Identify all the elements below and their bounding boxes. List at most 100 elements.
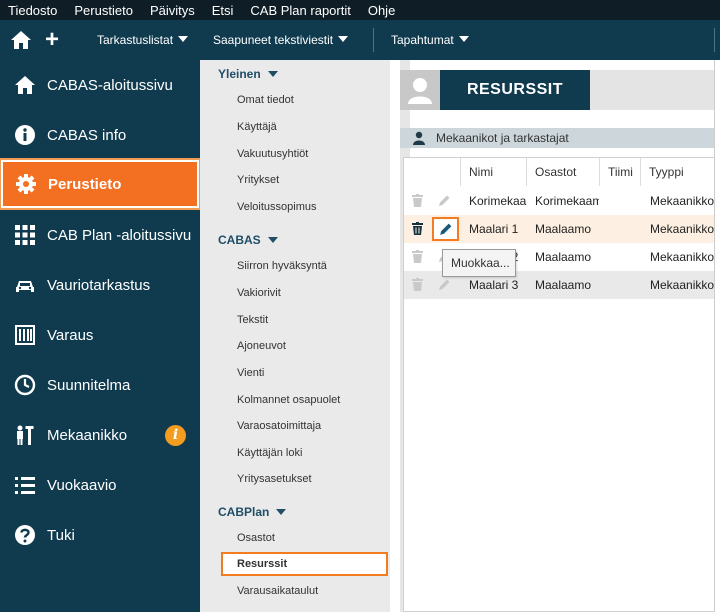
table-row[interactable]: Maalari 1 Maalaamo Mekaanikko <box>404 215 719 243</box>
sidebar-item-suunnitelma[interactable]: Suunnitelma <box>0 360 200 410</box>
sidebar-item-cab-plan-aloitussivu[interactable]: CAB Plan -aloitussivu <box>0 210 200 260</box>
pencil-icon[interactable] <box>437 278 451 292</box>
sub-item-yritykset[interactable]: Yritykset <box>237 174 279 186</box>
sidebar-item-tuki[interactable]: Tuki <box>0 510 200 560</box>
plus-icon[interactable]: + <box>45 28 59 52</box>
mechanic-icon <box>17 425 34 445</box>
column-header-nimi[interactable]: Nimi <box>461 158 527 186</box>
tapahtumat-label: Tapahtumat <box>391 33 454 47</box>
edit-button[interactable] <box>432 217 459 241</box>
menu-cab-plan-raportit[interactable]: CAB Plan raportit <box>250 3 350 18</box>
table-row[interactable]: Korimekaanikko Korimekaamo Mekaanikko <box>404 187 719 215</box>
sidebar-item-varaus[interactable]: Varaus <box>0 310 200 360</box>
trash-icon[interactable] <box>412 222 423 235</box>
section-header-yleinen[interactable]: Yleinen <box>218 67 278 81</box>
clock-icon <box>14 374 36 396</box>
car-icon <box>16 281 34 292</box>
header-strip <box>590 70 714 110</box>
sub-item-vakuutusyhtiot[interactable]: Vakuutusyhtiöt <box>237 148 308 160</box>
actions-column-header <box>404 158 461 186</box>
sidebar-item-label: Perustieto <box>48 175 122 193</box>
column-header-tiimi[interactable]: Tiimi <box>600 158 641 186</box>
sub-item-kayttajan-loki[interactable]: Käyttäjän loki <box>237 447 302 459</box>
sidebar-item-label: Tuki <box>47 526 75 544</box>
cell-osastot: Maalaamo <box>535 222 592 236</box>
scrollbar[interactable] <box>714 60 720 612</box>
column-header-osastot[interactable]: Osastot <box>527 158 600 186</box>
user-icon <box>413 131 425 145</box>
sidebar-item-label: Vuokaavio <box>47 476 117 494</box>
caret-down-icon <box>276 509 287 515</box>
tapahtumat-menu[interactable]: Tapahtumat <box>391 33 469 47</box>
menu-etsi[interactable]: Etsi <box>212 3 234 18</box>
sidebar-item-label: Mekaanikko <box>47 426 128 444</box>
sidebar-item-cabas-aloitussivu[interactable]: CABAS-aloitussivu <box>0 60 200 110</box>
sub-item-varaosatoimittaja[interactable]: Varaosatoimittaja <box>237 420 321 432</box>
sidebar-item-mekaanikko[interactable]: Mekaanikko i <box>0 410 200 460</box>
edit-tooltip: Muokkaa... <box>442 249 516 277</box>
trash-icon[interactable] <box>412 278 423 291</box>
avatar <box>400 70 440 110</box>
sidebar-item-label: CAB Plan -aloitussivu <box>47 226 192 244</box>
page-title: RESURSSIT <box>440 70 590 110</box>
sidebar-item-cabas-info[interactable]: CABAS info <box>0 110 200 160</box>
trash-icon[interactable] <box>412 250 423 263</box>
menu-bar: Tiedosto Perustieto Päivitys Etsi CAB Pl… <box>0 0 720 20</box>
tarkastuslistat-menu[interactable]: Tarkastuslistat <box>97 33 189 47</box>
user-icon <box>408 78 432 104</box>
menu-tiedosto[interactable]: Tiedosto <box>8 3 57 18</box>
sub-item-ajoneuvot[interactable]: Ajoneuvot <box>237 340 286 352</box>
info-icon[interactable]: i <box>165 424 186 446</box>
section-header-cabas[interactable]: CABAS <box>218 233 278 247</box>
sidebar-item-vuokaavio[interactable]: Vuokaavio <box>0 460 200 510</box>
cell-tyyppi: Mekaanikko <box>650 222 715 236</box>
sidebar-item-label: CABAS info <box>47 126 127 144</box>
gear-icon <box>16 174 36 194</box>
section-bar[interactable]: Mekaanikot ja tarkastajat <box>400 128 718 148</box>
home-icon[interactable] <box>10 30 32 50</box>
sub-item-kayttaja[interactable]: Käyttäjä <box>237 121 277 133</box>
sub-item-osastot[interactable]: Osastot <box>237 532 275 544</box>
sub-item-vienti[interactable]: Vienti <box>237 367 264 379</box>
sidebar-item-perustieto[interactable]: Perustieto <box>0 158 201 210</box>
sub-item-tekstit[interactable]: Tekstit <box>237 314 268 326</box>
question-icon <box>15 525 35 545</box>
cell-osastot: Maalaamo <box>535 250 592 264</box>
section-title: Yleinen <box>218 67 261 81</box>
sub-item-kolmannet-osapuolet[interactable]: Kolmannet osapuolet <box>237 394 340 406</box>
menu-perustieto[interactable]: Perustieto <box>74 3 133 18</box>
sidebar: CABAS-aloitussivu CABAS info Perustieto … <box>0 60 201 612</box>
cell-nimi: Maalari 1 <box>469 222 519 236</box>
sub-item-vakiorivit[interactable]: Vakiorivit <box>237 287 281 299</box>
resources-table: Nimi Osastot Tiimi Tyyppi Korimekaanikko… <box>403 157 719 612</box>
trash-icon[interactable] <box>412 194 423 207</box>
cell-tyyppi: Mekaanikko <box>650 278 715 292</box>
saapuneet-tekstiviestit-label: Saapuneet tekstiviestit <box>213 33 334 47</box>
caret-down-icon <box>338 36 349 42</box>
sub-item-yritysasetukset[interactable]: Yritysasetukset <box>237 473 312 485</box>
list-icon <box>15 477 35 494</box>
cell-nimi: Korimekaanikko <box>469 194 527 208</box>
section-label: Mekaanikot ja tarkastajat <box>436 131 569 145</box>
grid-icon <box>15 225 35 245</box>
sub-item-siirron-hyvaksynta[interactable]: Siirron hyväksyntä <box>237 260 327 272</box>
sidebar-item-vauriotarkastus[interactable]: Vauriotarkastus <box>0 260 200 310</box>
saapuneet-tekstiviestit-menu[interactable]: Saapuneet tekstiviestit <box>213 33 349 47</box>
cell-osastot: Korimekaamo <box>535 194 599 208</box>
section-header-cabplan[interactable]: CABPlan <box>218 505 287 519</box>
menu-paivitys[interactable]: Päivitys <box>150 3 195 18</box>
sidebar-item-label: Vauriotarkastus <box>47 276 151 294</box>
cell-tyyppi: Mekaanikko <box>650 194 715 208</box>
menu-ohje[interactable]: Ohje <box>368 3 395 18</box>
toolbar: + Tarkastuslistat Saapuneet tekstiviesti… <box>0 20 720 60</box>
toolbar-divider <box>373 28 374 52</box>
sub-item-omat-tiedot[interactable]: Omat tiedot <box>237 94 294 106</box>
sub-item-varausaikataulut[interactable]: Varausaikataulut <box>237 585 318 597</box>
pencil-icon[interactable] <box>437 194 451 208</box>
sub-item-veloitussopimus[interactable]: Veloitussopimus <box>237 201 317 213</box>
column-header-tyyppi[interactable]: Tyyppi <box>641 158 719 186</box>
section-title: CABAS <box>218 233 261 247</box>
sub-item-resurssit[interactable]: Resurssit <box>221 552 388 576</box>
cell-tyyppi: Mekaanikko <box>650 250 715 264</box>
calendar-icon <box>15 325 35 345</box>
